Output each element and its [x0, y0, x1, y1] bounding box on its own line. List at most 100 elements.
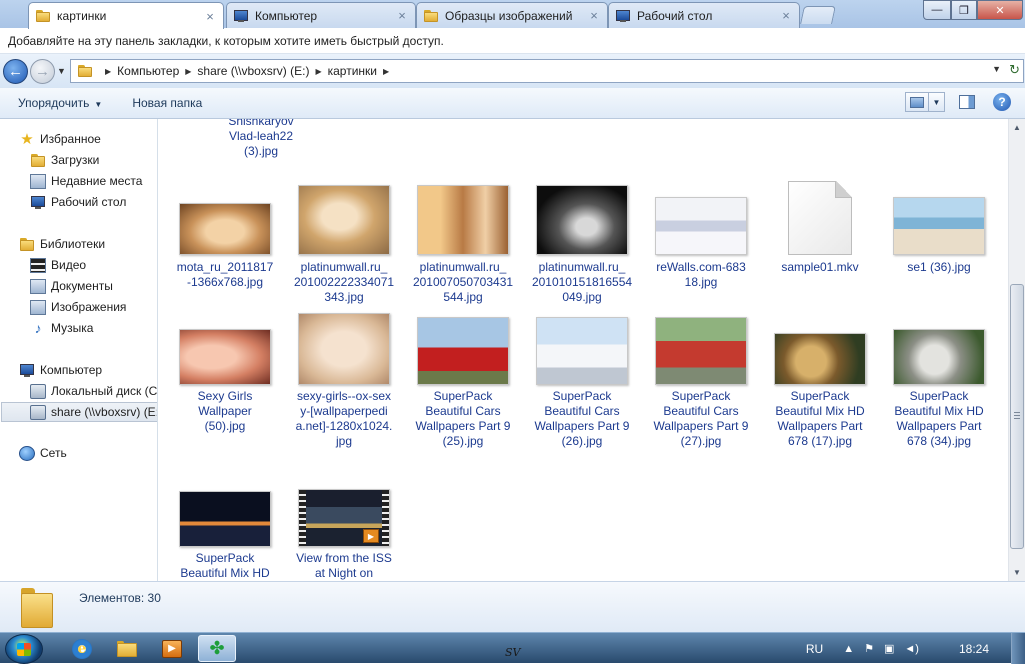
- address-bar[interactable]: ▶ Компьютер ▶ share (\\vboxsrv) (E:) ▶ к…: [70, 59, 1024, 83]
- documents-icon: [30, 278, 46, 294]
- scroll-down-arrow-icon[interactable]: ▼: [1009, 564, 1025, 581]
- tab-label: Компьютер: [255, 8, 318, 23]
- nav-local-disk[interactable]: Локальный диск (C: [30, 381, 157, 401]
- image-thumbnail: [179, 329, 271, 385]
- nav-label: Локальный диск (C: [51, 384, 158, 398]
- nav-network[interactable]: Сеть: [19, 443, 67, 463]
- organize-button[interactable]: Упорядочить ▼: [18, 96, 102, 110]
- music-note-icon: ♪: [34, 319, 42, 336]
- nav-downloads[interactable]: Загрузки: [30, 150, 99, 170]
- computer-icon: [233, 9, 249, 23]
- maximize-button[interactable]: ❐: [951, 0, 977, 20]
- nav-documents[interactable]: Документы: [30, 276, 113, 296]
- preview-pane-icon[interactable]: [959, 95, 975, 109]
- image-thumbnail: [774, 333, 866, 385]
- downloads-folder-icon: [30, 153, 46, 168]
- nav-share-drive[interactable]: share (\\vboxsrv) (E:: [1, 402, 157, 422]
- tab-computer[interactable]: Компьютер ×: [226, 2, 416, 28]
- folder-icon: [423, 9, 439, 23]
- minimize-button[interactable]: —: [923, 0, 951, 20]
- forward-button[interactable]: →: [30, 58, 55, 84]
- file-name: Shishkaryov Vlad-leah22 (3).jpg: [228, 119, 294, 158]
- file-name: sample01.mkv: [781, 260, 859, 274]
- chevron-right-icon[interactable]: ▶: [185, 67, 191, 76]
- media-player-icon: ▶: [162, 639, 182, 658]
- nav-label: Рабочий стол: [51, 195, 127, 209]
- change-view-button[interactable]: [905, 92, 929, 112]
- folder-icon: [35, 9, 51, 23]
- file-name: se1 (36).jpg: [907, 260, 971, 274]
- tab-kartinki[interactable]: картинки ×: [28, 2, 224, 29]
- taskbar: e ▶ ✤ SV RU ▲ ⚑ ▣ ◄) 18:24: [0, 632, 1025, 664]
- close-window-button[interactable]: ✕: [977, 0, 1023, 20]
- clock[interactable]: 18:24: [959, 642, 989, 656]
- nav-label: Недавние места: [51, 174, 143, 188]
- window-controls: — ❐ ✕: [923, 0, 1023, 20]
- help-icon[interactable]: ?: [993, 93, 1011, 111]
- start-button[interactable]: [5, 634, 43, 664]
- nav-libraries[interactable]: Библиотеки: [19, 234, 105, 254]
- close-icon[interactable]: ×: [203, 9, 217, 24]
- file-name: platinumwall.ru_ 201002222334071 343.jpg: [293, 260, 395, 304]
- file-name: View from the ISS at Night on: [296, 551, 392, 580]
- volume-icon[interactable]: ◄): [904, 643, 919, 655]
- taskbar-explorer[interactable]: [108, 635, 146, 662]
- nav-images[interactable]: Изображения: [30, 297, 126, 317]
- images-icon: [30, 299, 46, 315]
- image-thumbnail: [417, 185, 509, 255]
- chevron-right-icon[interactable]: ▶: [383, 67, 389, 76]
- file-name: platinumwall.ru_ 201010151816554 049.jpg: [531, 260, 633, 304]
- flag-icon[interactable]: ⚑: [864, 642, 874, 655]
- chevron-down-icon[interactable]: ▼: [992, 64, 1001, 74]
- command-bar: Упорядочить ▼ Новая папка ▼ ?: [0, 88, 1025, 119]
- breadcrumb-share[interactable]: share (\\vboxsrv) (E:): [197, 64, 309, 78]
- chevron-right-icon[interactable]: ▶: [315, 67, 321, 76]
- file-name: platinumwall.ru_ 201007050703431 544.jpg: [412, 260, 514, 304]
- show-hidden-icons-icon[interactable]: ▲: [843, 643, 854, 655]
- vertical-scrollbar[interactable]: ▲ ▼: [1008, 119, 1025, 581]
- nav-computer[interactable]: Компьютер: [19, 360, 102, 380]
- file-view: Shishkaryov Vlad-leah22 (3).jpg mota_ru_…: [159, 119, 1008, 581]
- new-tab-button[interactable]: [800, 6, 836, 24]
- tab-label: Образцы изображений: [445, 8, 573, 23]
- refresh-icon[interactable]: ↻: [1009, 62, 1020, 78]
- nav-desktop[interactable]: Рабочий стол: [30, 192, 126, 212]
- taskbar-internet-explorer[interactable]: e: [63, 635, 101, 662]
- language-indicator[interactable]: RU: [806, 642, 823, 656]
- back-button[interactable]: ←: [3, 58, 28, 84]
- recent-pages-dropdown[interactable]: ▼: [57, 66, 66, 76]
- nav-favorites[interactable]: ★ Избранное: [19, 129, 101, 149]
- image-thumbnail: [893, 329, 985, 385]
- scroll-up-arrow-icon[interactable]: ▲: [1009, 119, 1025, 136]
- tab-desktop[interactable]: Рабочий стол ×: [608, 2, 800, 28]
- close-icon[interactable]: ×: [395, 8, 409, 23]
- nav-video[interactable]: Видео: [30, 255, 86, 275]
- scrollbar-thumb[interactable]: [1010, 284, 1024, 549]
- tab-sample-images[interactable]: Образцы изображений ×: [416, 2, 608, 28]
- taskbar-active-app[interactable]: ✤: [198, 635, 236, 662]
- breadcrumb-computer[interactable]: Компьютер: [117, 64, 179, 78]
- taskbar-media-player[interactable]: ▶: [153, 635, 191, 662]
- image-thumbnail: [298, 313, 390, 385]
- network-status-icon[interactable]: ▣: [884, 642, 894, 655]
- nav-music[interactable]: ♪ Музыка: [30, 318, 94, 338]
- file-name: SuperPack Beautiful Cars Wallpapers Part…: [534, 389, 630, 448]
- arrow-right-icon: →: [35, 62, 50, 80]
- close-icon[interactable]: ×: [779, 8, 793, 23]
- network-drive-icon: [30, 404, 46, 420]
- chevron-down-icon: ▼: [94, 100, 103, 109]
- chevron-right-icon[interactable]: ▶: [105, 67, 111, 76]
- show-desktop-button[interactable]: [1011, 633, 1025, 664]
- nav-recent-places[interactable]: Недавние места: [30, 171, 142, 191]
- file-name: SuperPack Beautiful Cars Wallpapers Part…: [653, 389, 749, 448]
- recent-places-icon: [30, 173, 46, 189]
- new-folder-button[interactable]: Новая папка: [132, 96, 202, 110]
- breadcrumb-kartinki[interactable]: картинки: [328, 64, 377, 78]
- view-options-dropdown[interactable]: ▼: [929, 92, 945, 112]
- play-icon: ▶: [363, 529, 379, 543]
- image-thumbnail: [655, 197, 747, 255]
- desktop-icon: [30, 195, 46, 210]
- folder-icon: [77, 64, 93, 78]
- chevron-down-icon: ▼: [932, 97, 941, 107]
- close-icon[interactable]: ×: [587, 8, 601, 23]
